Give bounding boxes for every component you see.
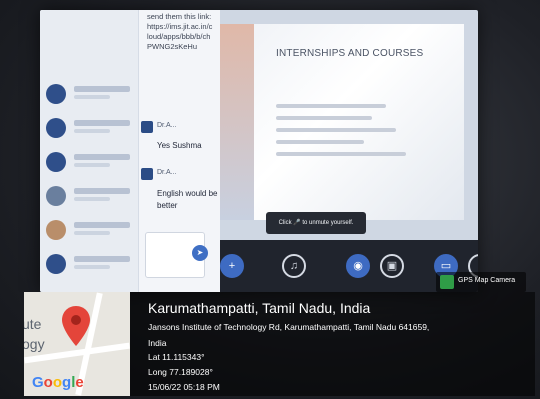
participant-item[interactable] xyxy=(46,152,134,178)
slide-bullet xyxy=(276,152,406,156)
participant-status xyxy=(74,265,110,269)
participant-status xyxy=(74,129,110,133)
projected-screen: send them this link: https://ims.jit.ac.… xyxy=(40,10,478,292)
address-line: Jansons Institute of Technology Rd, Karu… xyxy=(148,322,430,332)
microphone-icon[interactable]: ♫ xyxy=(282,254,306,278)
avatar xyxy=(46,254,66,274)
avatar xyxy=(46,220,66,240)
my-name-placeholder xyxy=(60,26,126,40)
participant-status xyxy=(74,197,110,201)
gps-app-icon xyxy=(440,275,454,289)
participant-item[interactable] xyxy=(46,118,134,144)
sender-avatar xyxy=(141,121,153,133)
slide-title: INTERNSHIPS AND COURSES xyxy=(276,48,424,59)
avatar xyxy=(46,84,66,104)
latitude: Lat 11.115343° xyxy=(148,352,205,362)
avatar xyxy=(46,118,66,138)
map-label: ogy xyxy=(24,336,45,352)
participant-item[interactable] xyxy=(46,254,134,280)
chat-sender: Dr.A... xyxy=(157,169,177,176)
camera-icon[interactable]: ◉ xyxy=(346,254,370,278)
google-logo: Google xyxy=(32,374,84,391)
participant-item[interactable] xyxy=(46,186,134,212)
presentation-slide: INTERNSHIPS AND COURSES xyxy=(220,24,464,220)
longitude: Long 77.189028° xyxy=(148,367,213,377)
sender-avatar xyxy=(141,168,153,180)
location-map: ute ogy Google xyxy=(24,292,130,396)
slide-bullet xyxy=(276,128,396,132)
slide-bullet xyxy=(276,104,386,108)
participant-name xyxy=(74,154,130,160)
participants-sidebar xyxy=(40,10,138,292)
slide-bullet xyxy=(276,140,364,144)
participant-status xyxy=(74,95,110,99)
chat-message: Yes Sushma xyxy=(157,141,202,150)
timestamp: 15/06/22 05:18 PM xyxy=(148,382,220,392)
send-icon[interactable]: ➤ xyxy=(192,245,208,261)
participant-name xyxy=(74,256,130,262)
plus-icon[interactable]: + xyxy=(220,254,244,278)
slide-decoration xyxy=(220,24,254,220)
participant-name xyxy=(74,188,130,194)
participant-status xyxy=(74,163,110,167)
participant-name xyxy=(74,120,130,126)
participant-name xyxy=(74,86,130,92)
chat-panel: send them this link: https://ims.jit.ac.… xyxy=(138,10,220,292)
participant-item[interactable] xyxy=(46,220,134,246)
unmute-prompt[interactable]: Click 🎤 to unmute yourself. xyxy=(266,212,366,234)
participant-item[interactable] xyxy=(46,84,134,110)
participant-name xyxy=(74,222,130,228)
address-line: India xyxy=(148,338,167,348)
location-pin-icon xyxy=(62,306,90,346)
location-title: Karumathampatti, Tamil Nadu, India xyxy=(148,300,371,316)
slide-bullet xyxy=(276,116,372,120)
screen-share-icon[interactable]: ▣ xyxy=(380,254,404,278)
chat-message: English would be better xyxy=(157,189,218,210)
gps-camera-badge: GPS Map Camera xyxy=(436,272,526,292)
avatar xyxy=(46,186,66,206)
avatar xyxy=(46,152,66,172)
chat-sender: Dr.A... xyxy=(157,122,177,129)
map-label: ute xyxy=(24,316,42,332)
participant-status xyxy=(74,231,110,235)
gps-app-name: GPS Map Camera xyxy=(458,277,516,284)
chat-message-link: send them this link: https://ims.jit.ac.… xyxy=(147,12,213,51)
